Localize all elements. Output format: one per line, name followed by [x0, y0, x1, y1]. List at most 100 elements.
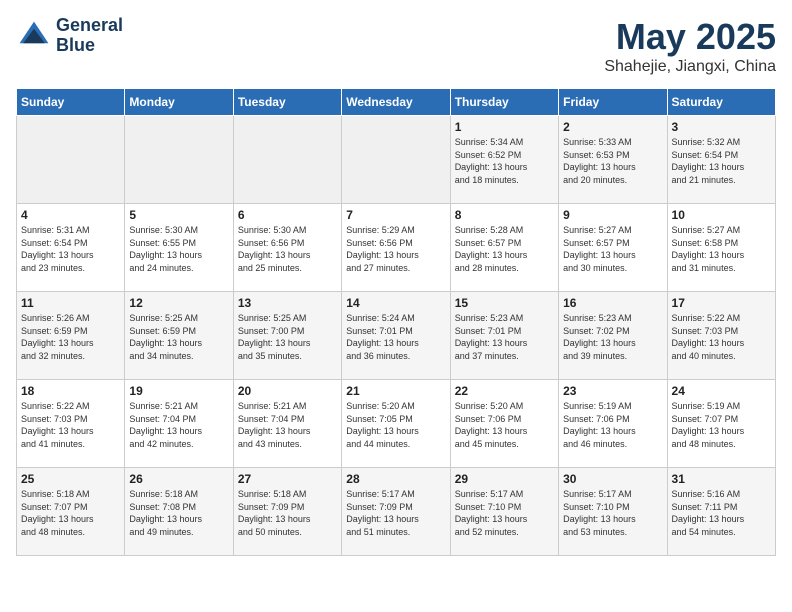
logo-icon	[16, 18, 52, 54]
calendar-week-row: 18 Sunrise: 5:22 AM Sunset: 7:03 PM Dayli…	[17, 380, 776, 468]
calendar-cell: 14 Sunrise: 5:24 AM Sunset: 7:01 PM Dayli…	[342, 292, 450, 380]
calendar-cell: 18 Sunrise: 5:22 AM Sunset: 7:03 PM Dayli…	[17, 380, 125, 468]
weekday-header-wednesday: Wednesday	[342, 89, 450, 116]
calendar-cell	[125, 116, 233, 204]
day-number: 14	[346, 296, 445, 310]
day-number: 28	[346, 472, 445, 486]
day-number: 11	[21, 296, 120, 310]
weekday-header-thursday: Thursday	[450, 89, 558, 116]
calendar-cell: 15 Sunrise: 5:23 AM Sunset: 7:01 PM Dayli…	[450, 292, 558, 380]
day-number: 2	[563, 120, 662, 134]
day-number: 17	[672, 296, 771, 310]
day-info: Sunrise: 5:17 AM Sunset: 7:09 PM Dayligh…	[346, 488, 445, 538]
calendar-cell: 25 Sunrise: 5:18 AM Sunset: 7:07 PM Dayli…	[17, 468, 125, 556]
day-info: Sunrise: 5:34 AM Sunset: 6:52 PM Dayligh…	[455, 136, 554, 186]
day-number: 7	[346, 208, 445, 222]
calendar-cell: 11 Sunrise: 5:26 AM Sunset: 6:59 PM Dayli…	[17, 292, 125, 380]
day-info: Sunrise: 5:20 AM Sunset: 7:05 PM Dayligh…	[346, 400, 445, 450]
day-number: 25	[21, 472, 120, 486]
day-info: Sunrise: 5:26 AM Sunset: 6:59 PM Dayligh…	[21, 312, 120, 362]
day-number: 12	[129, 296, 228, 310]
day-number: 5	[129, 208, 228, 222]
day-info: Sunrise: 5:21 AM Sunset: 7:04 PM Dayligh…	[238, 400, 337, 450]
day-info: Sunrise: 5:20 AM Sunset: 7:06 PM Dayligh…	[455, 400, 554, 450]
day-number: 10	[672, 208, 771, 222]
day-number: 31	[672, 472, 771, 486]
weekday-header-tuesday: Tuesday	[233, 89, 341, 116]
calendar-cell: 26 Sunrise: 5:18 AM Sunset: 7:08 PM Dayli…	[125, 468, 233, 556]
day-number: 15	[455, 296, 554, 310]
day-number: 6	[238, 208, 337, 222]
calendar-cell: 31 Sunrise: 5:16 AM Sunset: 7:11 PM Dayli…	[667, 468, 775, 556]
day-info: Sunrise: 5:17 AM Sunset: 7:10 PM Dayligh…	[455, 488, 554, 538]
logo-text: General Blue	[56, 16, 123, 56]
day-info: Sunrise: 5:32 AM Sunset: 6:54 PM Dayligh…	[672, 136, 771, 186]
day-info: Sunrise: 5:21 AM Sunset: 7:04 PM Dayligh…	[129, 400, 228, 450]
calendar-cell: 23 Sunrise: 5:19 AM Sunset: 7:06 PM Dayli…	[559, 380, 667, 468]
calendar-cell: 2 Sunrise: 5:33 AM Sunset: 6:53 PM Daylig…	[559, 116, 667, 204]
day-info: Sunrise: 5:30 AM Sunset: 6:56 PM Dayligh…	[238, 224, 337, 274]
day-info: Sunrise: 5:18 AM Sunset: 7:08 PM Dayligh…	[129, 488, 228, 538]
calendar-cell: 8Sunrise: 5:28 AM Sunset: 6:57 PM Daylig…	[450, 204, 558, 292]
calendar-week-row: 1Sunrise: 5:34 AM Sunset: 6:52 PM Daylig…	[17, 116, 776, 204]
day-number: 13	[238, 296, 337, 310]
location-subtitle: Shahejie, Jiangxi, China	[604, 58, 776, 76]
day-number: 30	[563, 472, 662, 486]
day-info: Sunrise: 5:30 AM Sunset: 6:55 PM Dayligh…	[129, 224, 228, 274]
calendar-week-row: 4 Sunrise: 5:31 AM Sunset: 6:54 PM Daylig…	[17, 204, 776, 292]
weekday-header-row: SundayMondayTuesdayWednesdayThursdayFrid…	[17, 89, 776, 116]
day-number: 19	[129, 384, 228, 398]
day-info: Sunrise: 5:31 AM Sunset: 6:54 PM Dayligh…	[21, 224, 120, 274]
day-info: Sunrise: 5:24 AM Sunset: 7:01 PM Dayligh…	[346, 312, 445, 362]
day-number: 18	[21, 384, 120, 398]
day-info: Sunrise: 5:25 AM Sunset: 6:59 PM Dayligh…	[129, 312, 228, 362]
day-info: Sunrise: 5:22 AM Sunset: 7:03 PM Dayligh…	[21, 400, 120, 450]
calendar-cell: 1Sunrise: 5:34 AM Sunset: 6:52 PM Daylig…	[450, 116, 558, 204]
calendar-cell: 28 Sunrise: 5:17 AM Sunset: 7:09 PM Dayli…	[342, 468, 450, 556]
day-number: 26	[129, 472, 228, 486]
day-number: 4	[21, 208, 120, 222]
weekday-header-sunday: Sunday	[17, 89, 125, 116]
day-number: 29	[455, 472, 554, 486]
calendar-cell: 3Sunrise: 5:32 AM Sunset: 6:54 PM Daylig…	[667, 116, 775, 204]
day-number: 21	[346, 384, 445, 398]
day-info: Sunrise: 5:17 AM Sunset: 7:10 PM Dayligh…	[563, 488, 662, 538]
calendar-cell: 19 Sunrise: 5:21 AM Sunset: 7:04 PM Dayli…	[125, 380, 233, 468]
day-number: 20	[238, 384, 337, 398]
month-title: May 2025	[604, 16, 776, 58]
calendar-cell: 21 Sunrise: 5:20 AM Sunset: 7:05 PM Dayli…	[342, 380, 450, 468]
calendar-week-row: 11 Sunrise: 5:26 AM Sunset: 6:59 PM Dayli…	[17, 292, 776, 380]
day-info: Sunrise: 5:16 AM Sunset: 7:11 PM Dayligh…	[672, 488, 771, 538]
logo-line2: Blue	[56, 36, 123, 56]
weekday-header-friday: Friday	[559, 89, 667, 116]
calendar-cell	[342, 116, 450, 204]
day-info: Sunrise: 5:19 AM Sunset: 7:06 PM Dayligh…	[563, 400, 662, 450]
calendar-cell: 10 Sunrise: 5:27 AM Sunset: 6:58 PM Dayli…	[667, 204, 775, 292]
weekday-header-saturday: Saturday	[667, 89, 775, 116]
day-info: Sunrise: 5:18 AM Sunset: 7:07 PM Dayligh…	[21, 488, 120, 538]
day-number: 22	[455, 384, 554, 398]
calendar-cell: 24Sunrise: 5:19 AM Sunset: 7:07 PM Dayli…	[667, 380, 775, 468]
calendar-cell: 5 Sunrise: 5:30 AM Sunset: 6:55 PM Daylig…	[125, 204, 233, 292]
day-info: Sunrise: 5:33 AM Sunset: 6:53 PM Dayligh…	[563, 136, 662, 186]
day-info: Sunrise: 5:23 AM Sunset: 7:01 PM Dayligh…	[455, 312, 554, 362]
calendar-cell: 9Sunrise: 5:27 AM Sunset: 6:57 PM Daylig…	[559, 204, 667, 292]
logo-line1: General	[56, 16, 123, 36]
calendar-cell: 20 Sunrise: 5:21 AM Sunset: 7:04 PM Dayli…	[233, 380, 341, 468]
calendar-cell: 12 Sunrise: 5:25 AM Sunset: 6:59 PM Dayli…	[125, 292, 233, 380]
calendar-cell: 13Sunrise: 5:25 AM Sunset: 7:00 PM Dayli…	[233, 292, 341, 380]
calendar-cell: 29 Sunrise: 5:17 AM Sunset: 7:10 PM Dayli…	[450, 468, 558, 556]
weekday-header-monday: Monday	[125, 89, 233, 116]
day-number: 24	[672, 384, 771, 398]
day-info: Sunrise: 5:22 AM Sunset: 7:03 PM Dayligh…	[672, 312, 771, 362]
calendar-cell: 16Sunrise: 5:23 AM Sunset: 7:02 PM Dayli…	[559, 292, 667, 380]
day-number: 23	[563, 384, 662, 398]
calendar-cell	[233, 116, 341, 204]
day-number: 9	[563, 208, 662, 222]
day-info: Sunrise: 5:27 AM Sunset: 6:58 PM Dayligh…	[672, 224, 771, 274]
calendar-table: SundayMondayTuesdayWednesdayThursdayFrid…	[16, 88, 776, 556]
day-info: Sunrise: 5:29 AM Sunset: 6:56 PM Dayligh…	[346, 224, 445, 274]
calendar-week-row: 25 Sunrise: 5:18 AM Sunset: 7:07 PM Dayli…	[17, 468, 776, 556]
day-number: 27	[238, 472, 337, 486]
day-info: Sunrise: 5:28 AM Sunset: 6:57 PM Dayligh…	[455, 224, 554, 274]
